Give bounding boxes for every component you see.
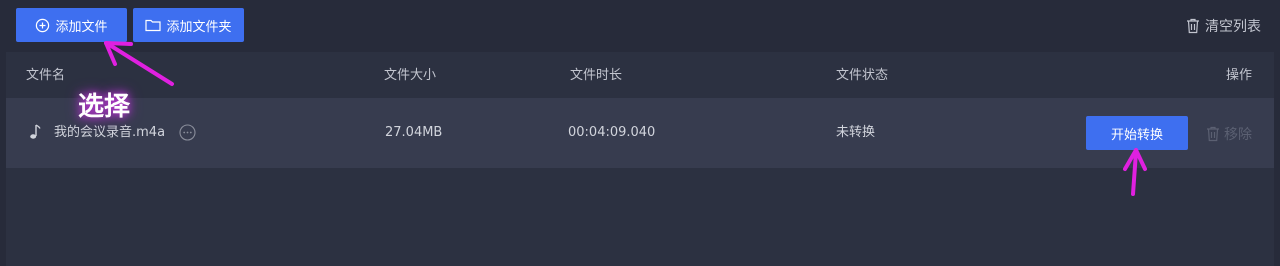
annotation-overlay bbox=[104, 41, 1147, 196]
arrow-to-start-button-icon bbox=[1123, 148, 1147, 196]
arrow-to-add-file-icon bbox=[104, 41, 174, 86]
